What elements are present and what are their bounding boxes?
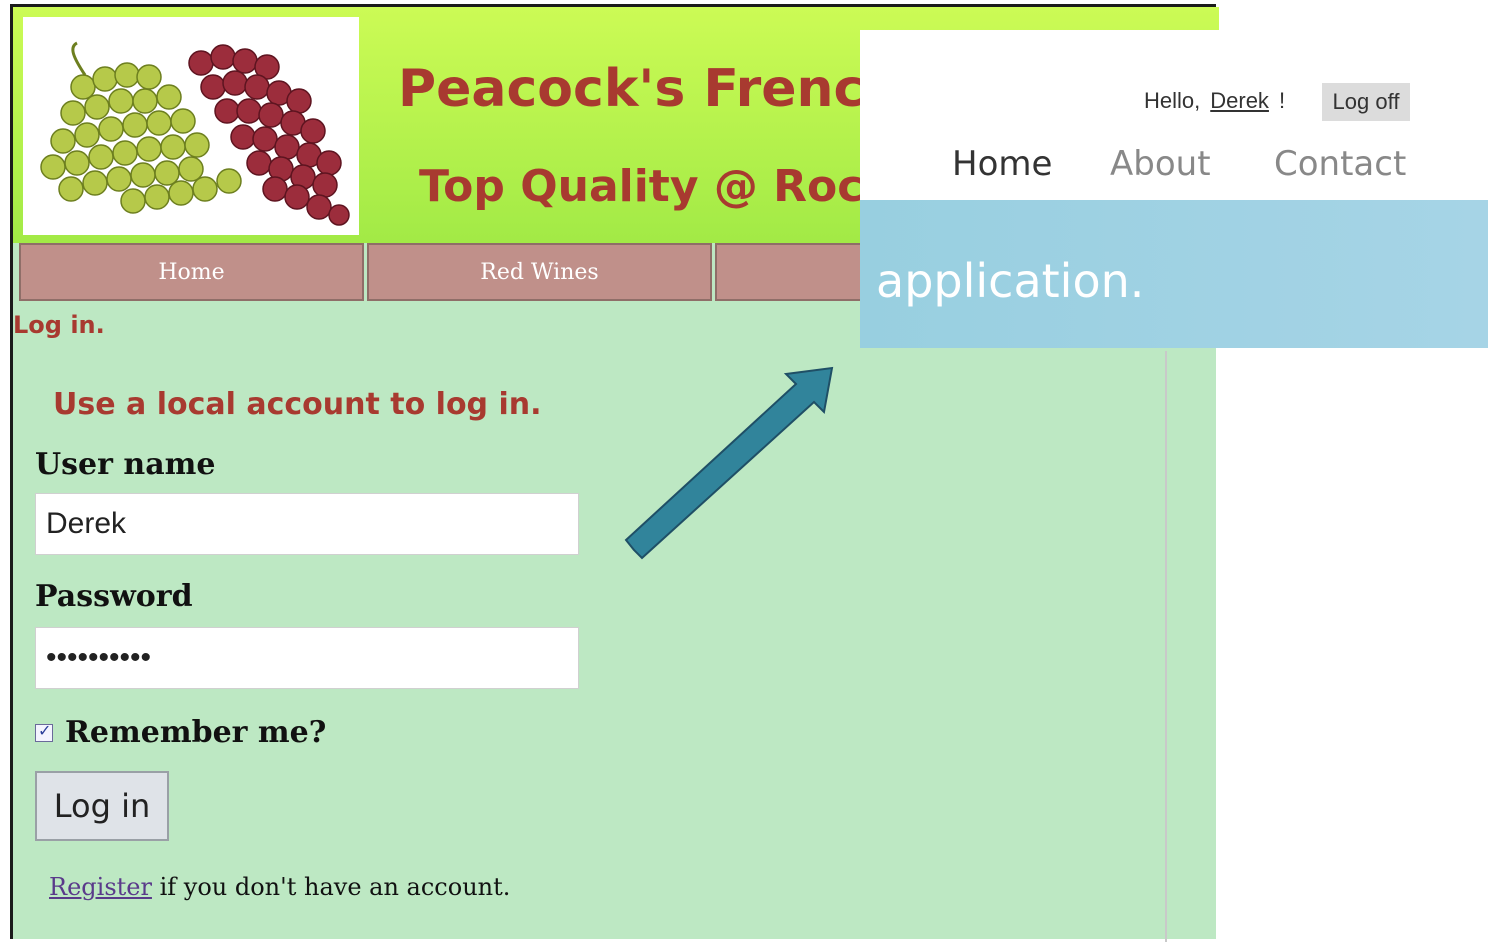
remember-me-label: Remember me? xyxy=(65,715,327,750)
username-label: User name xyxy=(35,447,216,482)
content-divider xyxy=(1165,351,1167,942)
password-field[interactable] xyxy=(35,627,579,689)
page-title: Log in. xyxy=(13,311,105,339)
greeting: Hello, Derek ! xyxy=(1144,88,1285,114)
remember-me-checkbox[interactable] xyxy=(35,721,53,742)
username-field[interactable] xyxy=(35,493,579,555)
greeting-text: Hello, xyxy=(1144,88,1201,113)
grapes-image xyxy=(40,41,350,226)
featured-banner: application. xyxy=(860,200,1488,348)
site-tagline: Top Quality @ Roc xyxy=(419,161,864,212)
register-link[interactable]: Register xyxy=(49,873,152,901)
nav-tab-home[interactable]: Home xyxy=(19,243,364,301)
top-nav-about[interactable]: About xyxy=(1110,144,1211,184)
arrow-icon xyxy=(624,366,834,560)
top-nav-contact[interactable]: Contact xyxy=(1274,144,1406,184)
top-nav-home[interactable]: Home xyxy=(952,144,1052,184)
login-button[interactable]: Log in xyxy=(35,771,169,841)
username-link[interactable]: Derek xyxy=(1210,88,1269,114)
banner-text: application. xyxy=(876,254,1145,308)
grapes-logo xyxy=(23,17,359,235)
password-label: Password xyxy=(35,579,193,614)
site-title: Peacock's French xyxy=(398,59,902,119)
login-subheading: Use a local account to log in. xyxy=(53,387,542,422)
register-line: Register if you don't have an account. xyxy=(49,873,510,901)
greeting-bang: ! xyxy=(1278,88,1286,113)
mvc-template-overlay: Hello, Derek ! Log off Home About Contac… xyxy=(860,30,1488,348)
register-suffix: if you don't have an account. xyxy=(151,873,511,901)
logoff-button[interactable]: Log off xyxy=(1322,83,1410,121)
remember-me-row: Remember me? xyxy=(35,715,326,750)
nav-tab-red-wines[interactable]: Red Wines xyxy=(367,243,712,301)
